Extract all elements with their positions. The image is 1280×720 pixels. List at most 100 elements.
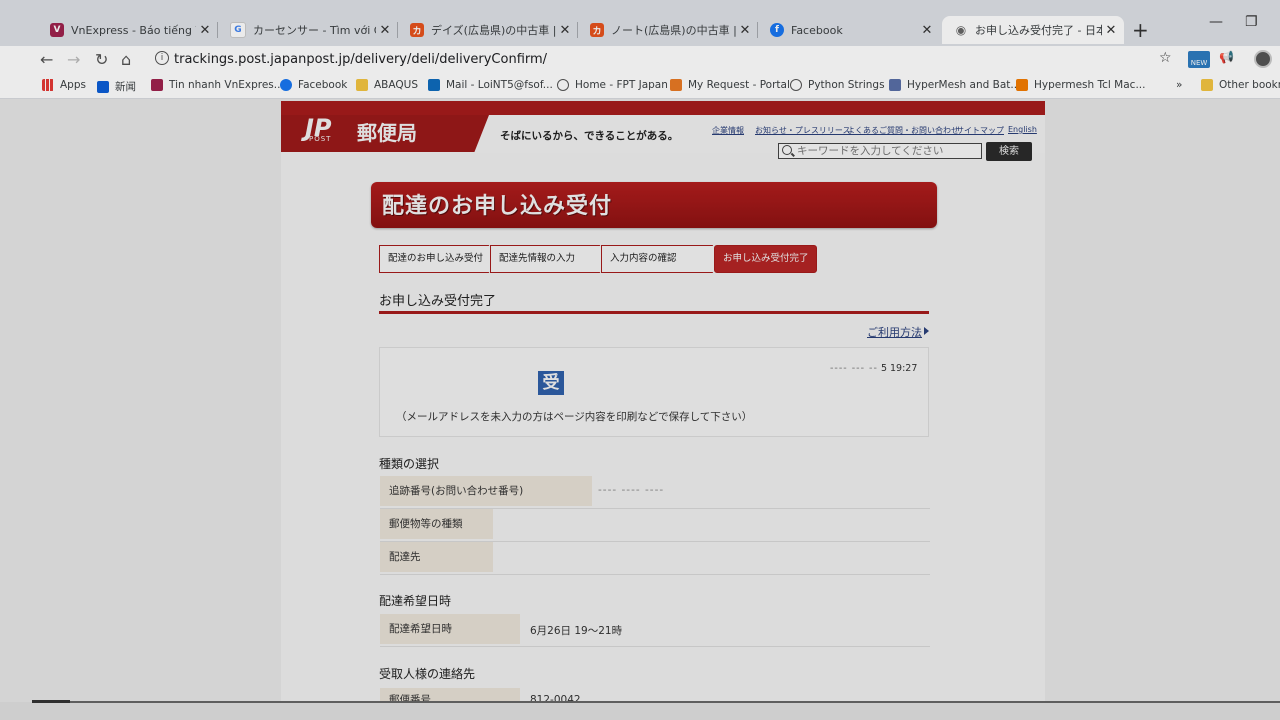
tab-note-used-car[interactable]: カ ノート(広島県)の中古車 | 中古 ✕ (578, 16, 758, 44)
arrow-right-icon (924, 327, 929, 335)
bookmark-abaqus[interactable]: ABAQUS (356, 79, 418, 91)
back-arrow-icon[interactable]: ← (40, 50, 53, 69)
vnexpress-favicon-icon: V (50, 23, 64, 37)
bookmark-label: Facebook (298, 79, 348, 91)
tab-title: ノート(広島県)の中古車 | 中古 (611, 24, 736, 37)
title-underline (379, 311, 929, 314)
bookmark-label: HyperMesh and Bat... (907, 79, 1021, 91)
section-title-complete: お申し込み受付完了 (379, 294, 497, 309)
bookmark-hypermesh-tcl[interactable]: Hypermesh Tcl Mac... (1016, 79, 1145, 91)
step-1-application: 配達のお申し込み受付 (379, 245, 497, 273)
tab-facebook[interactable]: f Facebook ✕ (758, 16, 940, 44)
tab-title: カーセンサー - Tìm với Google (253, 24, 376, 37)
scrollbar-track (32, 701, 1280, 703)
globe-icon (557, 79, 569, 91)
page-title: 配達のお申し込み受付 (382, 194, 613, 219)
header-link-news[interactable]: お知らせ・プレスリリース (755, 125, 850, 136)
header-link-faq[interactable]: よくあるご質問・お問い合わせ (847, 125, 959, 136)
vnexpress-icon (151, 79, 163, 91)
bookmark-apps[interactable]: Apps (42, 79, 86, 91)
close-icon[interactable]: ✕ (376, 23, 394, 38)
save-page-note: （メールアドレスを未入力の方はページ内容を印刷などで保存して下さい） (396, 411, 753, 423)
bookmark-fpt-home[interactable]: Home - FPT Japan (557, 79, 668, 91)
globe-favicon-icon: ◉ (955, 23, 967, 37)
search-button[interactable]: 検索 (986, 142, 1032, 161)
bookmark-star-icon[interactable]: ☆ (1159, 50, 1172, 66)
bookmark-label: Hypermesh Tcl Mac... (1034, 79, 1146, 91)
bookmark-label: Other bookm (1219, 79, 1280, 91)
row-label-postal-code: 郵便番号 (380, 688, 520, 702)
extension-new-icon[interactable]: NEW (1188, 51, 1210, 68)
how-to-use-link[interactable]: ご利用方法 (867, 324, 922, 340)
logo-text: 郵便局 (357, 121, 417, 145)
section-recipient-contact: 受取人様の連絡先 (379, 667, 476, 681)
desired-datetime-value: 6月26日 19〜21時 (530, 625, 623, 637)
bookmarks-bar: Apps 新闻 Tin nhanh VnExpres... Facebook A… (0, 74, 1280, 99)
address-bar-url[interactable]: trackings.post.japanpost.jp/delivery/del… (174, 52, 547, 67)
close-icon[interactable]: ✕ (196, 23, 214, 38)
horizontal-scrollbar[interactable] (0, 702, 1280, 720)
header-link-sitemap[interactable]: サイトマップ (956, 125, 1004, 136)
bookmarks-overflow-chevron[interactable]: » (1176, 79, 1182, 91)
bookmark-my-request[interactable]: My Request - Portal (670, 79, 790, 91)
redacted-date-mark: ‑‑‑‑ ‑‑‑ ‑‑ (830, 363, 878, 374)
blogger-icon (1016, 79, 1028, 91)
bookmark-label: My Request - Portal (688, 79, 790, 91)
bookmark-label: » (1176, 79, 1183, 91)
header-link-company[interactable]: 企業情報 (712, 125, 744, 136)
tab-strip: V VnExpress - Báo tiếng Việt nh ✕ G カーセン… (0, 0, 1280, 46)
outlook-icon (428, 79, 440, 91)
forward-arrow-icon[interactable]: → (67, 50, 80, 69)
tab-title: VnExpress - Báo tiếng Việt nh (71, 23, 196, 37)
google-favicon-icon: G (230, 22, 246, 38)
received-time: 5 19:27 (880, 363, 918, 374)
megaphone-extension-icon[interactable]: 📢 (1219, 50, 1234, 64)
close-icon[interactable]: ✕ (736, 23, 754, 38)
facebook-icon (280, 79, 292, 91)
bookmark-python-strings[interactable]: Python Strings (790, 79, 885, 91)
site-info-icon[interactable]: i (155, 51, 169, 65)
bookmark-hypermesh-batch[interactable]: HyperMesh and Bat... (889, 79, 1020, 91)
tab-vnexpress[interactable]: V VnExpress - Báo tiếng Việt nh ✕ (38, 16, 218, 44)
section-kind: 種類の選択 (379, 457, 440, 471)
bookmark-label: 新闻 (115, 81, 136, 93)
bookmark-news[interactable]: 新闻 (97, 79, 136, 94)
restore-icon[interactable]: ❐ (1245, 14, 1258, 30)
tab-title: デイズ(広島県)の中古車 | 中古 (431, 24, 556, 37)
tab-japanpost-active[interactable]: ◉ お申し込み受付完了 - 日本郵 ✕ (942, 16, 1124, 44)
close-icon[interactable]: ✕ (556, 23, 574, 38)
tab-title: お申し込み受付完了 - 日本郵 (975, 24, 1102, 37)
folder-icon (356, 79, 368, 91)
search-icon (782, 145, 792, 155)
site-search-input[interactable] (778, 143, 982, 159)
close-icon[interactable]: ✕ (1102, 23, 1120, 38)
bookmark-label: Python Strings (808, 79, 885, 91)
bookmark-label: Mail - LoiNT5@fsof... (446, 79, 553, 91)
row-label-destination: 配達先 (380, 542, 493, 572)
tracking-number-redacted: ‑‑‑‑ ‑‑‑‑ ‑‑‑‑ (598, 484, 665, 496)
folder-icon (1201, 79, 1213, 91)
bookmark-vnexpress[interactable]: Tin nhanh VnExpres... (151, 79, 284, 91)
bookmark-label: Apps (60, 79, 86, 91)
bing-icon (97, 80, 109, 93)
tab-google-search[interactable]: G カーセンサー - Tìm với Google ✕ (218, 16, 398, 44)
reload-icon[interactable]: ↻ (95, 50, 108, 69)
bookmark-label: Home - FPT Japan (575, 79, 668, 91)
scrollbar-thumb[interactable] (32, 700, 70, 703)
minimize-icon[interactable]: — (1209, 14, 1223, 30)
profile-avatar[interactable] (1254, 50, 1272, 68)
step-3-confirm: 入力内容の確認 (601, 245, 721, 273)
new-tab-plus-icon[interactable]: + (1132, 18, 1149, 42)
home-icon[interactable]: ⌂ (121, 50, 131, 69)
received-stamp: 受 (538, 371, 564, 395)
header-link-english[interactable]: English (1008, 125, 1037, 134)
facebook-favicon-icon: f (770, 23, 784, 37)
row-label-desired-datetime: 配達希望日時 (380, 614, 520, 644)
bookmark-other-bookmarks[interactable]: Other bookm (1201, 79, 1280, 91)
bookmark-mail[interactable]: Mail - LoiNT5@fsof... (428, 79, 553, 91)
close-icon[interactable]: ✕ (918, 23, 936, 38)
tab-days-used-car[interactable]: カ デイズ(広島県)の中古車 | 中古 ✕ (398, 16, 578, 44)
bookmark-facebook[interactable]: Facebook (280, 79, 347, 91)
section-desired-datetime: 配達希望日時 (379, 594, 452, 608)
row-label-mail-type: 郵便物等の種類 (380, 509, 493, 539)
